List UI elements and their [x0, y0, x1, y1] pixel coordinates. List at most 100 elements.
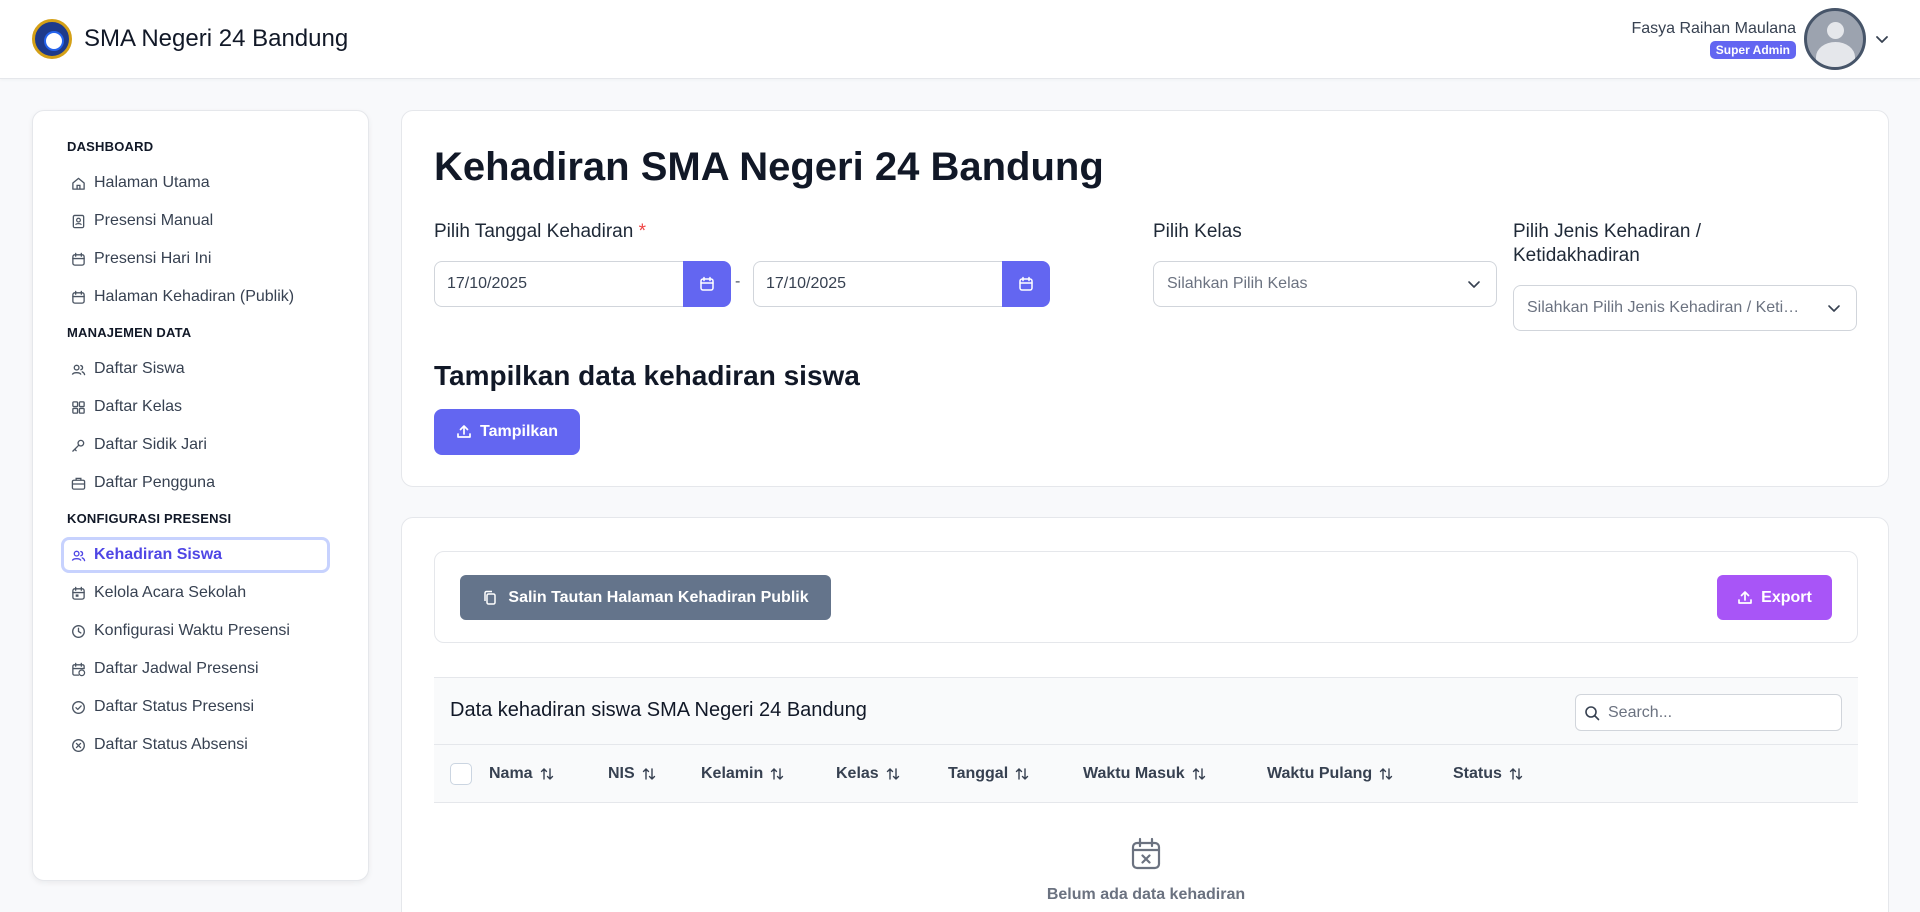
- upload-icon: [1738, 590, 1753, 604]
- sidebar-item-label: Presensi Manual: [94, 212, 214, 229]
- sidebar-item-daftar-status-presensi[interactable]: Daftar Status Presensi: [61, 689, 330, 725]
- sidebar-item-label: Daftar Status Presensi: [94, 698, 255, 715]
- column-header-tanggal[interactable]: Tanggal: [948, 765, 1030, 783]
- date-label: Pilih Tanggal Kehadiran *: [434, 221, 646, 242]
- sidebar-item-daftar-sidik-jari[interactable]: Daftar Sidik Jari: [61, 427, 330, 463]
- sidebar-item-halaman-kehadiran-publik[interactable]: Halaman Kehadiran (Publik): [61, 279, 330, 315]
- search-input[interactable]: Search...: [1575, 694, 1842, 731]
- column-header-nis[interactable]: NIS: [608, 765, 657, 783]
- show-button-label: Tampilkan: [480, 423, 558, 440]
- column-header-status[interactable]: Status: [1453, 765, 1524, 783]
- avatar[interactable]: [1804, 8, 1866, 70]
- user-name: Fasya Raihan Maulana: [1631, 19, 1796, 37]
- sidebar-section-title: KONFIGURASI PRESENSI: [67, 511, 232, 526]
- export-button-label: Export: [1761, 588, 1812, 606]
- sidebar-section-title: DASHBOARD: [67, 139, 154, 154]
- date-from-input[interactable]: 17/10/2025: [434, 261, 683, 307]
- calendar-icon: [72, 252, 85, 266]
- empty-state-text: Belum ada data kehadiran: [1046, 886, 1246, 903]
- column-header-waktu-pulang[interactable]: Waktu Pulang: [1267, 765, 1394, 783]
- sort-icon: [1015, 768, 1029, 780]
- type-label: Pilih Jenis Kehadiran / Ketidakhadiran: [1513, 221, 1701, 266]
- sidebar-item-daftar-status-absensi[interactable]: Daftar Status Absensi: [61, 727, 330, 763]
- sort-icon: [642, 768, 655, 780]
- date-to-input[interactable]: 17/10/2025: [753, 261, 1002, 307]
- column-header-waktu-masuk[interactable]: Waktu Masuk: [1083, 765, 1207, 783]
- copy-public-link-button[interactable]: Salin Tautan Halaman Kehadiran Publik: [460, 575, 831, 620]
- sidebar-item-daftar-siswa[interactable]: Daftar Siswa: [61, 351, 330, 387]
- calendar-x-icon: [1131, 837, 1161, 870]
- sidebar-item-halaman-utama[interactable]: Halaman Utama: [61, 165, 330, 201]
- sidebar-item-daftar-pengguna[interactable]: Daftar Pengguna: [61, 465, 330, 501]
- page-title: Kehadiran SMA Negeri 24 Bandung: [434, 145, 1104, 189]
- column-header-kelamin[interactable]: Kelamin: [701, 765, 785, 783]
- users-icon: [71, 550, 86, 561]
- attendance-table: Data kehadiran siswa SMA Negeri 24 Bandu…: [434, 677, 1858, 903]
- date-to-group: 17/10/2025: [753, 261, 1050, 307]
- data-card: Salin Tautan Halaman Kehadiran Publik Ex…: [401, 517, 1889, 912]
- brand[interactable]: SMA Negeri 24 Bandung: [32, 19, 348, 59]
- sidebar-item-label: Konfigurasi Waktu Presensi: [94, 622, 290, 639]
- users-icon: [71, 364, 86, 375]
- class-label: Pilih Kelas: [1153, 221, 1242, 242]
- export-button[interactable]: Export: [1717, 575, 1832, 620]
- column-header-label: Waktu Pulang: [1267, 765, 1373, 782]
- calendar-icon: [700, 276, 714, 291]
- type-select-value: Silahkan Pilih Jenis Kehadiran / Ketidak…: [1527, 299, 1857, 316]
- copy-icon: [484, 590, 497, 605]
- search-placeholder: Search...: [1608, 703, 1673, 721]
- sidebar-section-title: MANAJEMEN DATA: [67, 325, 192, 340]
- calendar-icon: [1019, 276, 1033, 291]
- key-icon: [72, 439, 85, 452]
- sidebar-item-presensi-hari-ini[interactable]: Presensi Hari Ini: [61, 241, 330, 277]
- sidebar-item-presensi-manual[interactable]: Presensi Manual: [61, 203, 330, 239]
- sidebar-item-label: Kehadiran Siswa: [94, 546, 223, 563]
- type-select[interactable]: Silahkan Pilih Jenis Kehadiran / Ketidak…: [1513, 285, 1857, 331]
- calendar-event-icon: [72, 586, 85, 600]
- column-header-label: Tanggal: [948, 765, 1009, 782]
- show-button[interactable]: Tampilkan: [434, 409, 580, 455]
- sidebar-item-konfigurasi-waktu-presensi[interactable]: Konfigurasi Waktu Presensi: [61, 613, 330, 649]
- sidebar-item-kelola-acara-sekolah[interactable]: Kelola Acara Sekolah: [61, 575, 330, 611]
- required-mark: *: [638, 221, 646, 242]
- column-header-nama[interactable]: Nama: [489, 765, 555, 783]
- column-header-label: Waktu Masuk: [1083, 765, 1185, 782]
- table-columns-row: Nama NIS Kelamin Kelas Tanggal Waktu Masuk Wak…: [434, 745, 1858, 803]
- school-logo: [32, 19, 72, 59]
- select-all-checkbox[interactable]: [450, 763, 472, 785]
- column-header-label: Nama: [489, 765, 533, 782]
- show-section-title: Tampilkan data kehadiran siswa: [434, 360, 860, 391]
- user-menu[interactable]: Fasya Raihan Maulana Super Admin: [1631, 8, 1890, 70]
- date-to-picker-button[interactable]: [1002, 261, 1050, 307]
- sort-icon: [540, 768, 553, 780]
- sort-icon: [1509, 768, 1523, 780]
- sidebar-item-label: Halaman Kehadiran (Publik): [94, 288, 295, 305]
- clock-icon: [72, 624, 85, 638]
- sidebar: DASHBOARD Halaman Utama Presensi Manual Pre…: [32, 110, 369, 881]
- class-select[interactable]: Silahkan Pilih Kelas: [1153, 261, 1497, 307]
- school-name: SMA Negeri 24 Bandung: [84, 25, 349, 52]
- sidebar-item-label: Halaman Utama: [94, 174, 210, 191]
- table-header-bar: Data kehadiran siswa SMA Negeri 24 Bandu…: [434, 677, 1858, 745]
- sort-icon: [886, 768, 899, 780]
- sidebar-item-label: Kelola Acara Sekolah: [94, 584, 247, 601]
- sidebar-item-label: Daftar Pengguna: [94, 474, 215, 491]
- date-from-picker-button[interactable]: [683, 261, 731, 307]
- sidebar-item-label: Daftar Jadwal Presensi: [94, 660, 259, 677]
- action-toolbar: Salin Tautan Halaman Kehadiran Publik Ex…: [434, 551, 1858, 643]
- role-badge: Super Admin: [1709, 40, 1796, 59]
- column-header-label: Kelas: [836, 765, 879, 782]
- sort-icon: [1192, 768, 1205, 780]
- chevron-down-icon[interactable]: [1874, 31, 1890, 47]
- sidebar-item-label: Daftar Kelas: [94, 398, 183, 415]
- sidebar-item-label: Daftar Status Absensi: [94, 736, 248, 753]
- sidebar-item-daftar-kelas[interactable]: Daftar Kelas: [61, 389, 330, 425]
- date-from-group: 17/10/2025: [434, 261, 731, 307]
- sidebar-item-daftar-jadwal-presensi[interactable]: Daftar Jadwal Presensi: [61, 651, 330, 687]
- column-header-kelas[interactable]: Kelas: [836, 765, 901, 783]
- sidebar-item-kehadiran-siswa[interactable]: Kehadiran Siswa: [61, 537, 330, 573]
- contact-card-icon: [72, 214, 85, 228]
- column-header-label: NIS: [608, 765, 635, 782]
- sidebar-item-label: Daftar Siswa: [94, 360, 185, 377]
- column-header-label: Status: [1453, 765, 1502, 782]
